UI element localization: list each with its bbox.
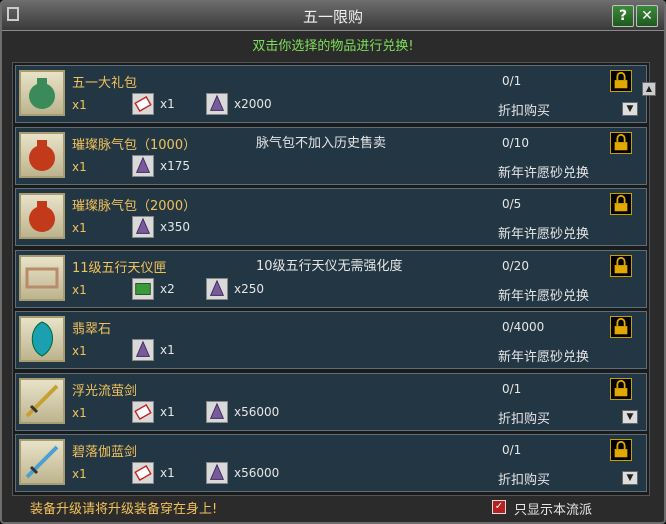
sword-icon (19, 377, 65, 424)
cost-amount: x1 (160, 404, 175, 419)
cost-amount: x350 (160, 220, 191, 234)
crystal-icon (206, 462, 228, 484)
red-pouch-icon (19, 193, 65, 239)
ticket-icon (132, 93, 154, 115)
purchase-count: 0/10 (502, 135, 529, 150)
exchange-window: 五一限购 ? ✕ 双击你选择的物品进行兑换! 五一大礼包 x1 x1 x2000 0/1… (0, 0, 666, 524)
crystal-icon (132, 339, 154, 361)
sword-icon (19, 439, 65, 485)
purchase-count: 0/1 (502, 74, 522, 88)
cost-amount: x56000 (234, 404, 280, 419)
item-quantity: x1 (72, 98, 87, 112)
jade-stone-icon (19, 316, 65, 362)
chest-icon (19, 254, 65, 301)
list-item[interactable]: 璀璨脉气包（1000） x1 x175 脉气包不加入历史售卖 0/10 新年许愿砂兑换 (15, 126, 647, 185)
cost-amount: x250 (234, 281, 265, 296)
cost-amount: x2000 (234, 97, 272, 111)
item-list: 五一大礼包 x1 x1 x2000 0/1 折扣购买 ▼ 璀璨脉气包（1000） x1 x175 脉… (12, 62, 650, 496)
checkbox-label: 只显示本流派 (514, 503, 593, 518)
item-quantity: x1 (72, 282, 87, 297)
exchange-type: 新年许愿砂兑换 (498, 165, 590, 181)
lock-icon[interactable] (610, 70, 632, 92)
item-name: 浮光流萤剑 (72, 383, 138, 399)
cost-amount: x1 (160, 466, 175, 480)
ticket-icon (132, 462, 154, 484)
exchange-type: 折扣购买 (498, 104, 551, 119)
exchange-type: 新年许愿砂兑换 (498, 288, 590, 304)
item-quantity: x1 (72, 405, 87, 420)
lock-icon[interactable] (610, 254, 632, 277)
chevron-down-icon[interactable]: ▼ (622, 102, 638, 116)
item-note: 脉气包不加入历史售卖 (256, 135, 387, 151)
ticket-icon (132, 400, 154, 423)
purchase-count: 0/1 (502, 381, 522, 396)
item-quantity: x1 (72, 159, 87, 174)
crystal-icon (132, 154, 154, 177)
list-item[interactable]: 浮光流萤剑 x1 x1 x56000 0/1 折扣购买 ▼ (15, 372, 647, 431)
purchase-count: 0/20 (502, 258, 529, 273)
exchange-type: 新年许愿砂兑换 (498, 227, 590, 242)
cost-amount: x2 (160, 281, 175, 296)
cost-amount: x56000 (234, 466, 280, 480)
title-bar[interactable]: 五一限购 ? ✕ (2, 2, 664, 31)
gift-bag-icon (19, 70, 65, 116)
lock-icon[interactable] (610, 377, 632, 400)
chevron-down-icon[interactable]: ▼ (622, 409, 638, 424)
purchase-count: 0/5 (502, 197, 522, 211)
list-item[interactable]: 翡翠石 x1 x1 0/4000 新年许愿砂兑换 (15, 311, 647, 369)
item-name: 五一大礼包 (72, 76, 138, 91)
crystal-icon (206, 93, 228, 115)
exchange-type: 折扣购买 (498, 473, 551, 488)
item-name: 翡翠石 (72, 322, 112, 337)
purchase-count: 0/1 (502, 443, 522, 457)
crystal-icon (206, 400, 228, 423)
lock-icon[interactable] (610, 439, 632, 461)
green-gem-icon (132, 277, 154, 300)
cost-amount: x1 (160, 343, 175, 357)
item-name: 11级五行天仪匣 (72, 260, 167, 276)
help-button[interactable]: ? (612, 5, 634, 27)
item-name: 璀璨脉气包（1000） (72, 137, 197, 153)
chevron-down-icon[interactable]: ▼ (622, 471, 638, 485)
crystal-icon (206, 277, 228, 300)
scroll-up-button[interactable]: ▲ (642, 82, 656, 96)
red-pouch-icon (19, 131, 65, 178)
list-item[interactable]: 璀璨脉气包（2000） x1 x350 0/5 新年许愿砂兑换 (15, 188, 647, 246)
purchase-count: 0/4000 (502, 320, 545, 334)
list-item[interactable]: 五一大礼包 x1 x1 x2000 0/1 折扣购买 ▼ (15, 65, 647, 123)
window-title: 五一限购 (302, 8, 363, 26)
item-quantity: x1 (72, 221, 87, 235)
cost-amount: x1 (160, 97, 175, 111)
lock-icon[interactable] (610, 193, 632, 215)
list-item[interactable]: 11级五行天仪匣 x1 x2 x250 10级五行天仪无需强化度 0/20 新年许愿砂兑换 (15, 249, 647, 308)
item-note: 10级五行天仪无需强化度 (256, 258, 403, 274)
close-button[interactable]: ✕ (636, 5, 658, 27)
exchange-type: 折扣购买 (498, 411, 551, 427)
crystal-icon (132, 216, 154, 238)
footer-warning: 装备升级请将升级装备穿在身上! (30, 502, 218, 517)
instruction-text: 双击你选择的物品进行兑换! (252, 39, 414, 54)
only-show-school-checkbox[interactable]: ✓ (492, 500, 506, 514)
item-name: 璀璨脉气包（2000） (72, 199, 197, 214)
item-quantity: x1 (72, 344, 87, 358)
lock-icon[interactable] (610, 131, 632, 154)
lock-icon[interactable] (610, 316, 632, 338)
exchange-type: 新年许愿砂兑换 (498, 350, 590, 365)
item-quantity: x1 (72, 467, 87, 481)
cost-amount: x175 (160, 158, 191, 173)
item-name: 碧落伽蓝剑 (72, 445, 138, 460)
list-item[interactable]: 碧落伽蓝剑 x1 x1 x56000 0/1 折扣购买 ▼ (15, 434, 647, 492)
